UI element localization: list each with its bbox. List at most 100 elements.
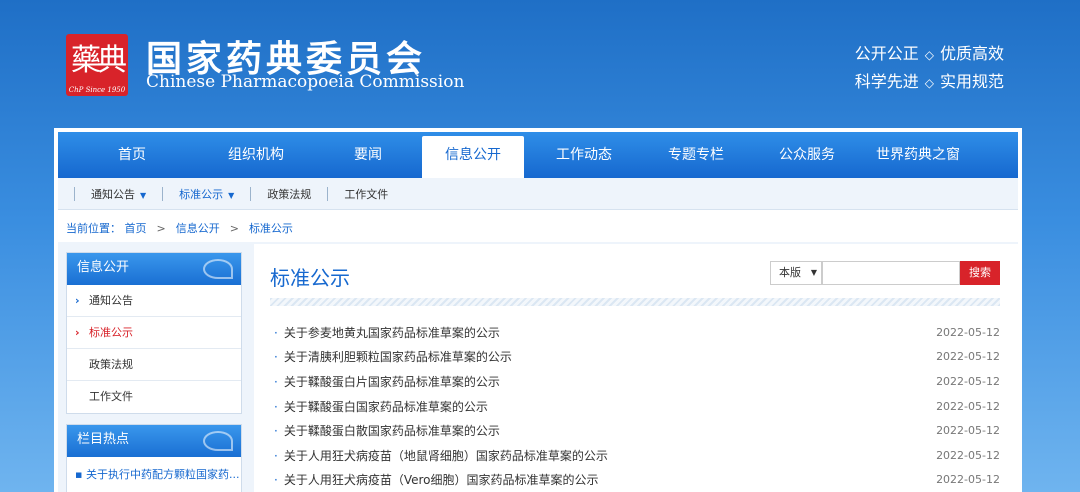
sidebar-item-label: 工作文件 xyxy=(89,390,133,403)
slogan-text: 优质高效 xyxy=(939,44,1004,63)
subnav-label: 标准公示 xyxy=(179,187,224,201)
list-item-title: 关于清胰利胆颗粒国家药品标准草案的公示 xyxy=(283,350,512,365)
page-title: 标准公示 xyxy=(270,266,350,290)
subnav-policies[interactable]: 政策法规 xyxy=(251,186,327,202)
subnav-label: 通知公告 xyxy=(91,187,135,201)
sidebar-item-policies[interactable]: 政策法规 xyxy=(67,349,241,381)
bullet-icon: · xyxy=(274,350,278,365)
list-item-link[interactable]: · 关于鞣酸蛋白片国家药品标准草案的公示 xyxy=(270,373,500,390)
divider-stripe xyxy=(270,298,1000,306)
list-item-date: 2022-05-12 xyxy=(936,448,1000,462)
nav-organization[interactable]: 组织机构 xyxy=(198,132,314,178)
breadcrumb-home[interactable]: 首页 xyxy=(125,222,147,235)
bullet-icon: · xyxy=(274,399,278,414)
nav-public-service[interactable]: 公众服务 xyxy=(748,132,866,178)
list-item: · 关于鞣酸蛋白散国家药品标准草案的公示 2022-05-12 xyxy=(270,418,1000,443)
list-item: · 关于清胰利胆颗粒国家药品标准草案的公示 2022-05-12 xyxy=(270,345,1000,370)
logo-since: ChP Since 1950 xyxy=(68,86,126,94)
sidebar-section-title: 信息公开 xyxy=(67,253,241,285)
bullet-icon: · xyxy=(274,374,278,389)
breadcrumb-label: 当前位置： xyxy=(66,222,121,235)
bullet-icon: · xyxy=(274,448,278,463)
breadcrumb-separator: > xyxy=(156,222,166,235)
list-item-link[interactable]: · 关于鞣酸蛋白散国家药品标准草案的公示 xyxy=(270,422,500,439)
chevron-right-icon: › xyxy=(75,326,80,339)
list-item-link[interactable]: · 关于清胰利胆颗粒国家药品标准草案的公示 xyxy=(270,348,512,365)
nav-info-disclosure[interactable]: 信息公开 xyxy=(422,136,524,178)
list-item-link[interactable]: · 关于参麦地黄丸国家药品标准草案的公示 xyxy=(270,324,500,341)
caret-down-icon: ▼ xyxy=(228,190,235,200)
main-panel: 首页 组织机构 要闻 信息公开 工作动态 专题专栏 公众服务 世界药典之窗 通知… xyxy=(54,128,1022,492)
sidebar-section: 信息公开 › 通知公告 › 标准公示 政策法规 工作文件 xyxy=(66,252,242,414)
bullet-icon: · xyxy=(274,473,278,488)
sidebar-item-label: 政策法规 xyxy=(89,358,133,371)
diamond-icon: ◇ xyxy=(924,48,934,62)
sidebar-hot-title: 栏目热点 xyxy=(67,425,241,457)
list-item-title: 关于人用狂犬病疫苗（地鼠肾细胞）国家药品标准草案的公示 xyxy=(283,448,608,463)
search-button[interactable]: 搜索 xyxy=(960,261,1000,285)
nav-special-topics[interactable]: 专题专栏 xyxy=(644,132,748,178)
slogan-text: 科学先进 xyxy=(854,72,919,91)
slogan-text: 公开公正 xyxy=(854,44,919,63)
logo-glyphs: 藥典 xyxy=(71,43,127,78)
bullet-icon: · xyxy=(274,325,278,340)
sidebar-item-standards[interactable]: › 标准公示 xyxy=(67,317,241,349)
nav-home[interactable]: 首页 xyxy=(66,132,198,178)
subnav-work-docs[interactable]: 工作文件 xyxy=(328,186,404,202)
search-scope-select[interactable]: 本版 ▼ xyxy=(770,261,822,285)
news-list: · 关于参麦地黄丸国家药品标准草案的公示 2022-05-12 · 关于清胰利胆颗粒… xyxy=(270,320,1000,492)
site-subtitle: Chinese Pharmacopoeia Commission xyxy=(146,72,465,92)
hot-item[interactable]: ▪ 关于执行中药配方颗粒国家药... xyxy=(67,457,241,481)
breadcrumb-info[interactable]: 信息公开 xyxy=(176,222,220,235)
list-item-date: 2022-05-12 xyxy=(936,424,1000,438)
list-item-date: 2022-05-12 xyxy=(936,325,1000,339)
chp-logo-seal[interactable]: 藥典 ChP Since 1950 xyxy=(66,34,128,96)
cloud-ornament-icon xyxy=(203,259,233,279)
caret-down-icon: ▼ xyxy=(140,190,147,200)
list-item: · 关于人用狂犬病疫苗（Vero细胞）国家药品标准草案的公示 2022-05-12 xyxy=(270,468,1000,492)
sidebar-title-text: 信息公开 xyxy=(77,260,130,275)
breadcrumb: 当前位置： 首页 > 信息公开 > 标准公示 xyxy=(66,220,293,236)
list-item-title: 关于参麦地黄丸国家药品标准草案的公示 xyxy=(283,325,500,340)
hot-item-label: 关于执行中药配方颗粒国家药... xyxy=(85,468,240,481)
list-item-link[interactable]: · 关于人用狂犬病疫苗（地鼠肾细胞）国家药品标准草案的公示 xyxy=(270,447,608,464)
slogan-line-1: 公开公正 ◇ 优质高效 xyxy=(855,40,1004,64)
cloud-ornament-icon xyxy=(203,431,233,451)
nav-world-pharmacopoeia[interactable]: 世界药典之窗 xyxy=(866,132,970,178)
diamond-icon: ◇ xyxy=(924,76,934,90)
list-item: · 关于鞣酸蛋白片国家药品标准草案的公示 2022-05-12 xyxy=(270,369,1000,394)
list-item-link[interactable]: · 关于鞣酸蛋白国家药品标准草案的公示 xyxy=(270,398,488,415)
slogan-line-2: 科学先进 ◇ 实用规范 xyxy=(855,68,1004,92)
sidebar-hot-title-text: 栏目热点 xyxy=(77,432,130,447)
list-item: · 关于人用狂犬病疫苗（地鼠肾细胞）国家药品标准草案的公示 2022-05-12 xyxy=(270,443,1000,468)
list-item-date: 2022-05-12 xyxy=(936,473,1000,487)
sub-nav: 通知公告 ▼ 标准公示 ▼ 政策法规 工作文件 xyxy=(58,178,1018,210)
bullet-icon: ▪ xyxy=(75,468,86,481)
chevron-right-icon: › xyxy=(75,294,80,307)
search-scope-value: 本版 xyxy=(779,266,801,279)
sidebar-item-label: 通知公告 xyxy=(89,294,133,307)
breadcrumb-separator: > xyxy=(229,222,239,235)
breadcrumb-current[interactable]: 标准公示 xyxy=(249,222,293,235)
sidebar-item-work-docs[interactable]: 工作文件 xyxy=(67,381,241,413)
search-input[interactable] xyxy=(822,261,960,285)
nav-news[interactable]: 要闻 xyxy=(314,132,422,178)
subnav-standards[interactable]: 标准公示 ▼ xyxy=(163,186,250,202)
list-area: 标准公示 本版 ▼ 搜索 · 关于参麦地黄丸国家药品标准草案的公示 2022-05… xyxy=(254,244,1018,492)
sidebar-item-label: 标准公示 xyxy=(89,326,133,339)
list-item-date: 2022-05-12 xyxy=(936,350,1000,364)
list-item-link[interactable]: · 关于人用狂犬病疫苗（Vero细胞）国家药品标准草案的公示 xyxy=(270,471,599,488)
list-item-date: 2022-05-12 xyxy=(936,374,1000,388)
list-item: · 关于鞣酸蛋白国家药品标准草案的公示 2022-05-12 xyxy=(270,394,1000,419)
sidebar-item-notices[interactable]: › 通知公告 xyxy=(67,285,241,317)
sidebar-hot: 栏目热点 ▪ 关于执行中药配方颗粒国家药... xyxy=(66,424,242,492)
bullet-icon: · xyxy=(274,424,278,439)
nav-work-updates[interactable]: 工作动态 xyxy=(524,132,644,178)
site-header: 藥典 ChP Since 1950 国家药典委员会 Chinese Pharma… xyxy=(0,0,1080,128)
slogan-text: 实用规范 xyxy=(939,72,1004,91)
list-item-date: 2022-05-12 xyxy=(936,399,1000,413)
caret-down-icon: ▼ xyxy=(810,268,817,277)
main-nav: 首页 组织机构 要闻 信息公开 工作动态 专题专栏 公众服务 世界药典之窗 xyxy=(58,132,1018,178)
subnav-notices[interactable]: 通知公告 ▼ xyxy=(75,186,162,202)
list-item-title: 关于鞣酸蛋白片国家药品标准草案的公示 xyxy=(283,374,500,389)
